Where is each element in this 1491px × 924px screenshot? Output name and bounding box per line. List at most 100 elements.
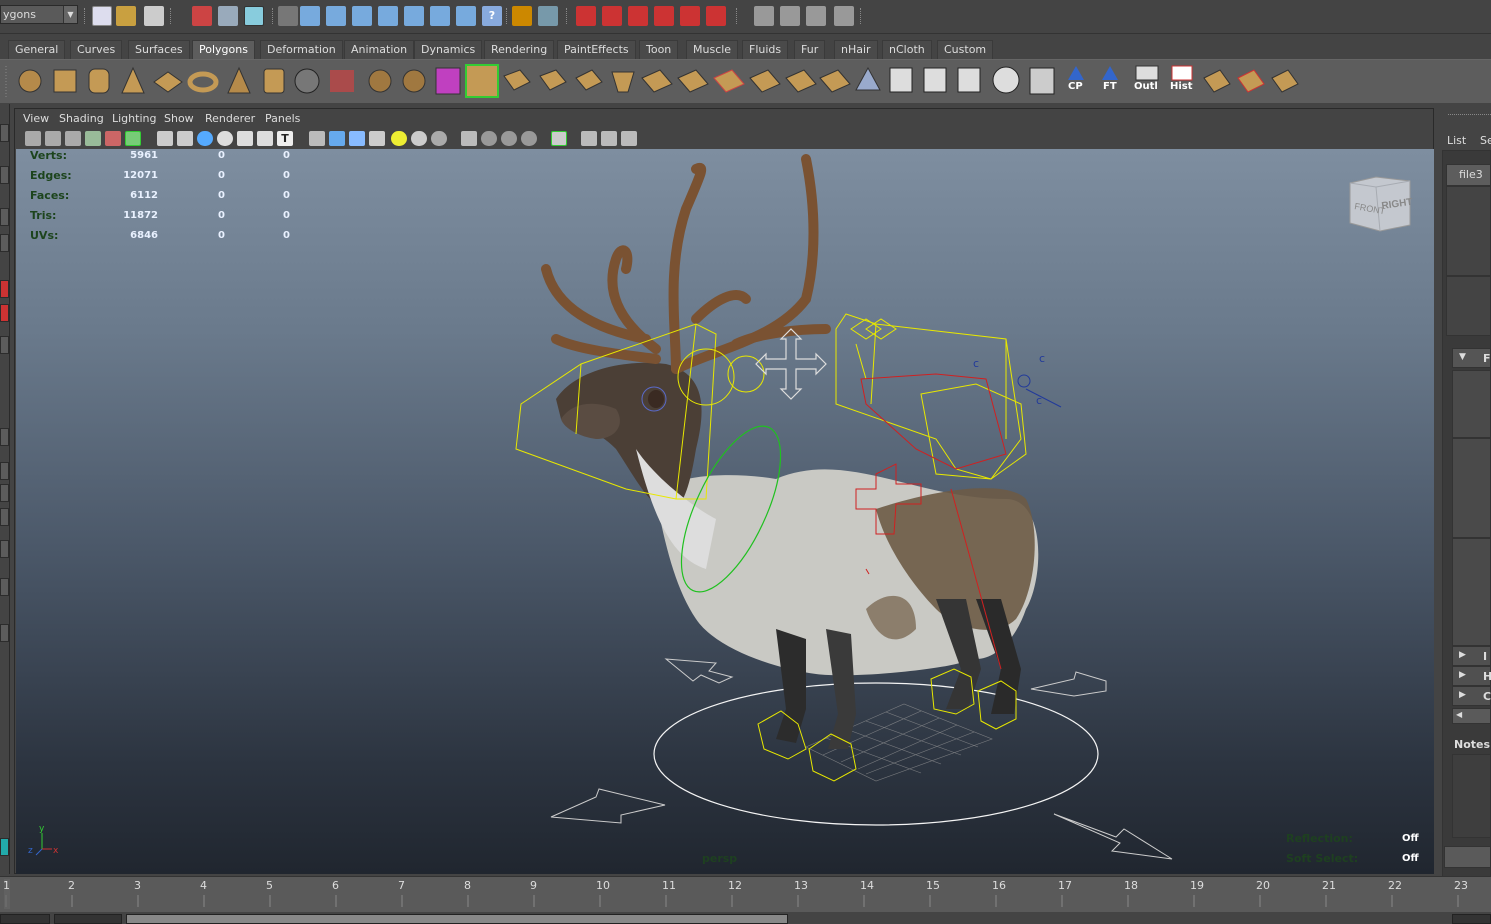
safe-title-icon[interactable]: T <box>277 131 293 146</box>
scale-tool-button[interactable] <box>0 304 9 322</box>
menu-panels[interactable]: Panels <box>265 112 300 125</box>
tab-fur[interactable]: Fur <box>794 40 826 59</box>
time-slider[interactable]: 1 2 3 4 5 6 7 8 9 10 11 12 13 14 15 16 1… <box>0 876 1491 912</box>
layout-custom-button[interactable] <box>0 624 9 642</box>
attribute-editor-toggle-icon[interactable] <box>780 6 800 26</box>
tab-surfaces[interactable]: Surfaces <box>128 40 190 59</box>
xray-icon[interactable] <box>461 131 477 146</box>
gate-mask-icon[interactable] <box>217 131 233 146</box>
share-icon[interactable] <box>621 131 637 146</box>
high-quality-icon[interactable] <box>431 131 447 146</box>
isolate-select-icon[interactable] <box>551 131 567 146</box>
root-arrow-icon[interactable] <box>550 788 666 824</box>
safe-action-icon[interactable] <box>257 131 273 146</box>
panel-grip[interactable] <box>1448 114 1491 118</box>
menu-list[interactable]: List <box>1447 134 1466 147</box>
render-layer-icon[interactable] <box>680 6 700 26</box>
uv-planar-icon[interactable] <box>923 67 947 93</box>
select-tool-button[interactable] <box>0 124 9 142</box>
tab-muscle[interactable]: Muscle <box>686 40 739 59</box>
offset-loop-icon[interactable] <box>677 69 709 93</box>
save-scene-icon[interactable] <box>144 6 164 26</box>
section-header-h[interactable]: ▶ H <box>1452 666 1491 686</box>
history-graph-icon[interactable] <box>1171 65 1193 81</box>
poly-pipe-icon[interactable] <box>263 68 285 94</box>
reindeer-model[interactable] <box>541 154 1039 749</box>
magnet-icon[interactable] <box>706 6 726 26</box>
tab-fluids[interactable]: Fluids <box>742 40 789 59</box>
construction-icon[interactable] <box>456 6 476 26</box>
xray-joints-icon[interactable] <box>481 131 497 146</box>
tab-ncloth[interactable]: nCloth <box>882 40 932 59</box>
tab-rendering[interactable]: Rendering <box>484 40 555 59</box>
lasso-tool-button[interactable] <box>0 166 9 184</box>
view-cube[interactable]: FRONT RIGHT <box>1346 175 1416 235</box>
resolution-gate-icon[interactable] <box>197 131 213 146</box>
sculpt-icon[interactable] <box>855 66 881 91</box>
render-settings-icon[interactable] <box>628 6 648 26</box>
render-icon[interactable] <box>576 6 596 26</box>
range-slider-bar[interactable] <box>126 914 788 924</box>
image-plane-icon[interactable] <box>85 131 101 146</box>
poly-helix-icon[interactable] <box>294 68 320 94</box>
outliner-icon[interactable] <box>1135 65 1159 81</box>
split-icon[interactable] <box>575 69 603 91</box>
layout-single-icon[interactable] <box>581 131 597 146</box>
tab-animation[interactable]: Animation <box>344 40 415 59</box>
menu-shading[interactable]: Shading <box>59 112 104 125</box>
history-icon[interactable] <box>430 6 450 26</box>
cp-icon[interactable] <box>1068 66 1084 80</box>
ambient-occlusion-icon[interactable] <box>521 131 537 146</box>
tab-custom[interactable]: Custom <box>937 40 994 59</box>
collapse-icon[interactable] <box>749 69 781 93</box>
poke-icon[interactable] <box>819 69 851 93</box>
select-highlight-icon[interactable] <box>538 6 558 26</box>
root-arrow-icon[interactable] <box>1030 671 1107 697</box>
smooth-shade-icon[interactable] <box>329 131 345 146</box>
wedge-icon[interactable] <box>785 69 817 93</box>
rotate-tool-button[interactable] <box>0 280 9 298</box>
uv-cylindrical-icon[interactable] <box>957 67 981 93</box>
menu-view[interactable]: View <box>23 112 49 125</box>
smooth-icon[interactable] <box>435 67 461 95</box>
uv-spherical-icon[interactable] <box>992 66 1020 94</box>
section-header-f[interactable]: ▼ F <box>1452 348 1491 368</box>
grid-icon[interactable] <box>157 131 173 146</box>
layout-persp-outliner-button[interactable] <box>0 484 9 502</box>
poly-cube-icon[interactable] <box>53 69 77 93</box>
poly-cylinder-icon[interactable] <box>88 68 110 94</box>
viewport-persp[interactable]: c c c Verts: 5961 0 0 Edges: 12071 0 0 F… <box>16 149 1434 874</box>
select-hierarchy-icon[interactable] <box>192 6 212 26</box>
menu-show[interactable]: Show <box>164 112 194 125</box>
start-time-field[interactable] <box>0 914 50 924</box>
snap-point-icon[interactable] <box>352 6 372 26</box>
section-header-c[interactable]: ▶ C <box>1452 686 1491 706</box>
two-d-pan-icon[interactable] <box>105 131 121 146</box>
move-tool-button[interactable] <box>0 234 9 252</box>
view-cube-icon[interactable]: FRONT RIGHT <box>1346 175 1416 235</box>
shelf-tool-2-icon[interactable] <box>1237 69 1265 93</box>
textured-icon[interactable] <box>369 131 385 146</box>
uv-auto-icon[interactable] <box>1029 67 1055 95</box>
tab-curves[interactable]: Curves <box>70 40 123 59</box>
tab-polygons[interactable]: Polygons <box>192 40 255 59</box>
use-all-lights-icon[interactable] <box>391 131 407 146</box>
layout-script-button[interactable] <box>0 838 9 856</box>
lock-icon[interactable] <box>512 6 532 26</box>
layout-two-icon[interactable] <box>601 131 617 146</box>
ft-icon[interactable] <box>1102 66 1118 80</box>
tool-settings-toggle-icon[interactable] <box>806 6 826 26</box>
combine-icon[interactable] <box>330 70 354 92</box>
ipr-render-icon[interactable] <box>602 6 622 26</box>
notes-field[interactable] <box>1452 754 1491 838</box>
extrude-icon[interactable] <box>465 64 499 98</box>
paint-select-button[interactable] <box>0 208 9 226</box>
tab-dynamics[interactable]: Dynamics <box>414 40 483 59</box>
bridge-icon[interactable] <box>503 69 531 91</box>
snap-live-icon[interactable] <box>404 6 424 26</box>
bookmark-icon[interactable] <box>65 131 81 146</box>
section-header-i[interactable]: ▶ I <box>1452 646 1491 666</box>
tab-painteffects[interactable]: PaintEffects <box>557 40 636 59</box>
uv-checker-icon[interactable] <box>889 67 913 93</box>
tab-general[interactable]: General <box>8 40 66 59</box>
